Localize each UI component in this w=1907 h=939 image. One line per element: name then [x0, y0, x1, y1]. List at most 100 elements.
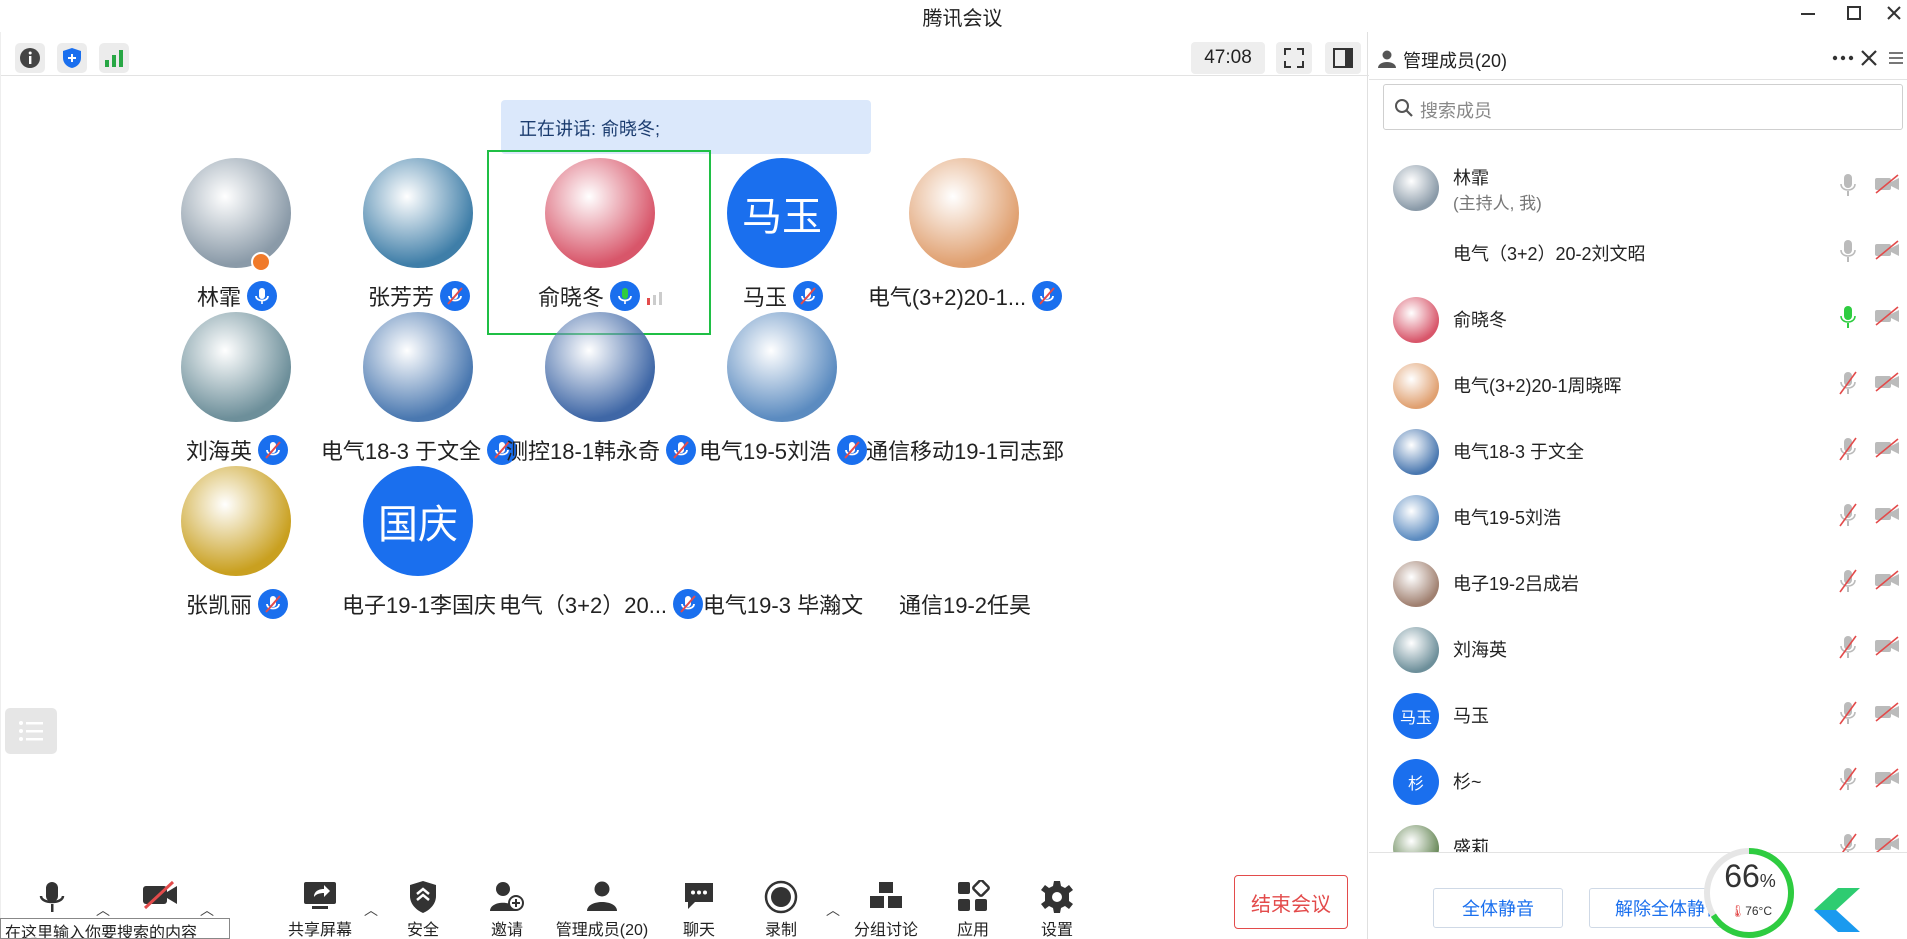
- network-status-button[interactable]: [99, 43, 129, 73]
- shield-icon: [63, 48, 81, 68]
- fullscreen-icon: [1284, 48, 1304, 68]
- member-row[interactable]: 电气18-3 于文全: [1369, 416, 1907, 482]
- participant-avatar: [545, 466, 655, 576]
- breakout-rooms-button[interactable]: 分组讨论: [852, 840, 920, 939]
- member-row[interactable]: 马玉 马玉: [1369, 680, 1907, 746]
- member-row[interactable]: 电气19-5刘浩: [1369, 482, 1907, 548]
- camera-options-chevron-icon[interactable]: ︿: [200, 900, 214, 920]
- member-name: 林霏: [1453, 168, 1489, 188]
- mic-muted-icon[interactable]: [1839, 568, 1857, 599]
- close-icon: [1887, 6, 1901, 20]
- more-options-icon[interactable]: [1831, 48, 1855, 68]
- microphone-icon[interactable]: [1839, 172, 1857, 203]
- settings-button[interactable]: 设置: [1032, 840, 1082, 939]
- member-row[interactable]: 俞晓冬: [1369, 284, 1907, 350]
- member-name: 杉~: [1453, 772, 1482, 792]
- camera-off-icon[interactable]: [1874, 504, 1900, 529]
- camera-off-icon[interactable]: [1874, 240, 1900, 265]
- member-row[interactable]: 电气（3+2）20-2刘文昭: [1369, 218, 1907, 284]
- microphone-icon[interactable]: [1839, 238, 1857, 269]
- member-avatar: [1393, 429, 1439, 475]
- mic-muted-icon[interactable]: [1839, 370, 1857, 401]
- camera-off-icon[interactable]: [1874, 372, 1900, 397]
- cpu-percent-sign: %: [1759, 871, 1776, 891]
- security-button[interactable]: 安全: [398, 840, 448, 939]
- maximize-button[interactable]: [1834, 0, 1874, 26]
- participant-avatar: [545, 158, 655, 268]
- mute-all-button[interactable]: 全体静音: [1433, 888, 1563, 928]
- manage-members-button[interactable]: 管理成员(20): [554, 840, 650, 939]
- microphone-icon: [39, 882, 65, 912]
- record-button[interactable]: 录制: [756, 840, 806, 939]
- cpu-percent: 66%: [1717, 858, 1783, 895]
- end-meeting-button[interactable]: 结束会议: [1234, 875, 1348, 929]
- share-options-chevron-icon[interactable]: ︿: [364, 900, 378, 920]
- mic-muted-icon[interactable]: [1839, 436, 1857, 467]
- meeting-window: 腾讯会议 47:08 正在讲话: 俞晓冬; 林霏 张芳芳 俞晓冬 马玉 马玉 电…: [0, 0, 1907, 939]
- member-row[interactable]: 电气(3+2)20-1周晓晖: [1369, 350, 1907, 416]
- camera-off-icon[interactable]: [1874, 174, 1900, 199]
- camera-off-icon[interactable]: [1874, 570, 1900, 595]
- meeting-security-button[interactable]: [57, 43, 87, 73]
- performance-gauge[interactable]: 66% 🌡76°C: [1703, 846, 1795, 939]
- mic-options-chevron-icon[interactable]: ︿: [96, 900, 110, 920]
- invite-label: 邀请: [490, 922, 523, 939]
- layout-toggle-button[interactable]: [1325, 42, 1361, 74]
- taskbar-search-box[interactable]: 在这里输入你要搜索的内容: [0, 918, 230, 939]
- participant-avatar: [545, 312, 655, 422]
- participant-tile[interactable]: 通信19-2任昊: [853, 460, 1077, 645]
- apps-label: 应用: [956, 922, 989, 939]
- share-screen-button[interactable]: 共享屏幕: [280, 840, 360, 939]
- camera-off-icon[interactable]: [1874, 702, 1900, 727]
- member-avatar: [1393, 627, 1439, 673]
- participant-list-toggle[interactable]: [5, 708, 57, 754]
- microphone-icon[interactable]: [1839, 304, 1857, 335]
- participant-avatar: [181, 158, 291, 268]
- mic-muted-icon[interactable]: [1839, 766, 1857, 797]
- member-name: 马玉: [1453, 706, 1489, 726]
- camera-off-icon[interactable]: [1874, 438, 1900, 463]
- mic-muted-icon[interactable]: [1839, 502, 1857, 533]
- member-row[interactable]: 林霏 (主持人, 我): [1369, 152, 1907, 218]
- camera-off-icon[interactable]: [1874, 834, 1900, 852]
- invite-button[interactable]: 邀请: [482, 840, 532, 939]
- minimize-button[interactable]: [1788, 0, 1828, 26]
- mic-muted-icon[interactable]: [1839, 700, 1857, 731]
- member-avatar: [1393, 231, 1439, 277]
- meeting-topbar: 47:08: [1, 36, 1369, 76]
- camera-off-icon[interactable]: [1874, 306, 1900, 331]
- fullscreen-button[interactable]: [1276, 42, 1312, 74]
- participant-name: 电气19-3 毕瀚文: [702, 593, 864, 618]
- chat-bubble-icon: [685, 883, 713, 909]
- close-window-button[interactable]: [1874, 0, 1907, 26]
- member-row[interactable]: 盛莉: [1369, 812, 1907, 852]
- participant-name: 张凯丽: [185, 593, 252, 618]
- member-avatar: [1393, 495, 1439, 541]
- participant-avatar: 国庆: [363, 466, 473, 576]
- maximize-icon: [1847, 6, 1861, 20]
- participant-avatar: [181, 312, 291, 422]
- apps-button[interactable]: 应用: [948, 840, 998, 939]
- participant-avatar: 马玉: [727, 158, 837, 268]
- participant-avatar: [363, 158, 473, 268]
- member-avatar: 马玉: [1393, 693, 1439, 739]
- camera-off-icon[interactable]: [1874, 768, 1900, 793]
- member-name: 电气（3+2）20-2刘文昭: [1453, 244, 1646, 264]
- sidebar-layout-icon: [1333, 48, 1353, 68]
- member-row[interactable]: 刘海英: [1369, 614, 1907, 680]
- security-shield-icon: [410, 881, 436, 913]
- mic-muted-icon[interactable]: [1839, 634, 1857, 665]
- chat-button[interactable]: 聊天: [674, 840, 724, 939]
- member-row[interactable]: 电子19-2吕成岩: [1369, 548, 1907, 614]
- window-title: 腾讯会议: [922, 8, 1003, 30]
- camera-off-icon[interactable]: [1874, 636, 1900, 661]
- gear-icon: [1041, 881, 1073, 913]
- record-options-chevron-icon[interactable]: ︿: [826, 900, 840, 920]
- meeting-info-button[interactable]: [15, 43, 45, 73]
- member-search-input[interactable]: 搜索成员: [1383, 84, 1903, 130]
- title-bar: 腾讯会议: [0, 0, 1907, 30]
- menu-icon[interactable]: [1887, 48, 1905, 68]
- close-panel-icon[interactable]: [1859, 48, 1879, 68]
- mic-muted-icon[interactable]: [1839, 832, 1857, 852]
- member-row[interactable]: 杉 杉~: [1369, 746, 1907, 812]
